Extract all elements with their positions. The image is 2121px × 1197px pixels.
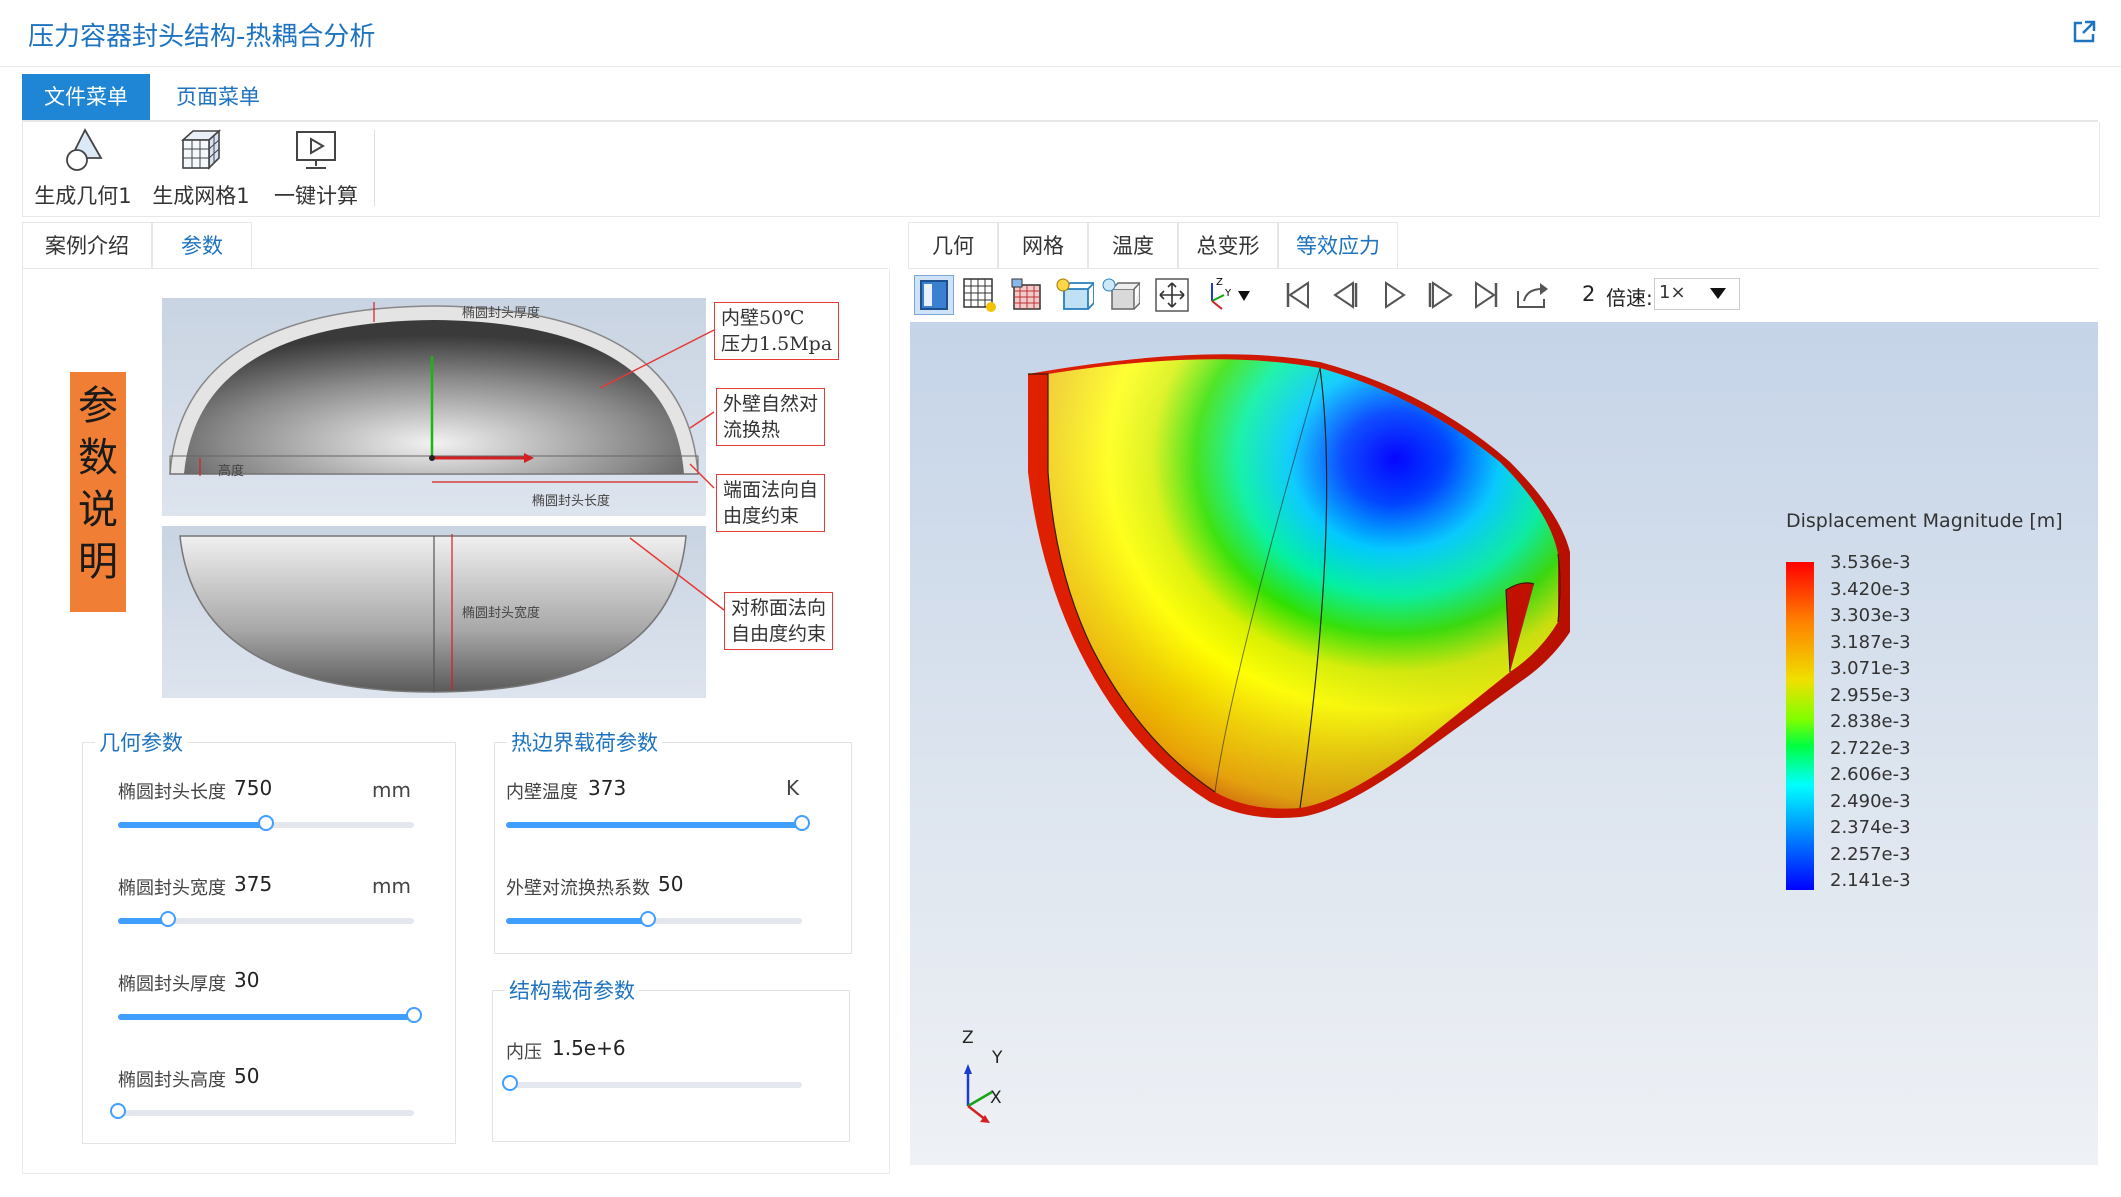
last-frame-icon[interactable] [1466, 275, 1506, 315]
popout-icon[interactable] [2070, 18, 2098, 46]
view-solid-icon[interactable] [914, 275, 954, 315]
prev-frame-icon[interactable] [1326, 275, 1366, 315]
structural-params-group: 结构载荷参数 [492, 975, 850, 1142]
dim-thickness-label: 椭圆封头厚度 [462, 306, 541, 321]
annotation-inner-wall: 内壁50℃ 压力1.5Mpa [714, 302, 840, 360]
geometry-params-legend: 几何参数 [95, 727, 187, 757]
slider-thumb[interactable] [640, 911, 657, 927]
width-slider[interactable] [118, 911, 414, 927]
param-description-badge: 参数说明 [70, 372, 126, 612]
length-slider[interactable] [118, 815, 414, 831]
inner-temp-slider[interactable] [506, 815, 810, 831]
tab-equivalent-stress[interactable]: 等效应力 [1278, 222, 1398, 268]
axes-triad [964, 1064, 993, 1123]
axis-x-label: X [990, 1088, 1002, 1108]
svg-text:Y: Y [1224, 288, 1232, 299]
dim-height-label: 高度 [218, 464, 245, 479]
slider-thumb[interactable] [502, 1075, 518, 1091]
left-tabs: 案例介绍 参数 [22, 222, 888, 269]
legend-colorbar [1786, 562, 1814, 890]
axes-dropdown-icon[interactable]: ZY [1198, 275, 1254, 315]
legend-tick-label: 3.187e-3 [1830, 631, 1911, 653]
structural-params-legend: 结构载荷参数 [505, 975, 639, 1005]
generate-geometry-button[interactable]: 生成几何1 [30, 128, 136, 212]
slider-thumb[interactable] [258, 815, 274, 831]
next-frame-icon[interactable] [1420, 275, 1460, 315]
thickness-slider[interactable] [118, 1007, 422, 1023]
first-frame-icon[interactable] [1278, 275, 1318, 315]
chevron-down-icon [1710, 288, 1726, 299]
thermal-params-legend: 热边界载荷参数 [507, 727, 662, 757]
legend-tick-label: 2.722e-3 [1830, 737, 1911, 759]
tab-file-menu[interactable]: 文件菜单 [22, 74, 150, 120]
legend-tick-label: 2.374e-3 [1830, 817, 1911, 838]
viewer-toolbar: ZY 2 倍速: 1× [908, 270, 2098, 320]
legend-title: Displacement Magnitude [m] [1786, 510, 2063, 532]
play-icon[interactable] [1374, 275, 1414, 315]
tab-total-deformation[interactable]: 总变形 [1178, 222, 1278, 268]
convection-slider[interactable] [506, 911, 802, 927]
height-slider[interactable] [110, 1103, 414, 1119]
app-title: 压力容器封头结构-热耦合分析 [28, 22, 376, 52]
legend-tick-label: 2.955e-3 [1830, 684, 1911, 706]
legend-tick-label: 2.490e-3 [1830, 790, 1911, 812]
fit-view-icon[interactable] [1152, 275, 1192, 315]
tab-page-menu[interactable]: 页面菜单 [150, 74, 286, 120]
legend-tick-label: 3.536e-3 [1830, 552, 1911, 573]
legend-tick-label: 3.420e-3 [1830, 578, 1911, 600]
result-viewport[interactable]: Z Y X Displacement Magnitude [m] 3.536e-… [910, 322, 2098, 1165]
axis-y-label: Y [992, 1048, 1003, 1068]
tab-case-intro[interactable]: 案例介绍 [22, 222, 152, 268]
annotation-end-face: 端面法向自 由度约束 [716, 474, 826, 532]
ribbon-divider [374, 130, 375, 206]
tab-geometry[interactable]: 几何 [908, 222, 998, 268]
generate-mesh-button[interactable]: 生成网格1 [148, 128, 254, 212]
annotation-symmetry: 对称面法向 自由度约束 [724, 592, 834, 650]
geometry-icon [66, 128, 103, 171]
one-click-compute-button[interactable]: 一键计算 [266, 128, 366, 212]
svg-text:Z: Z [1216, 277, 1223, 288]
slider-thumb[interactable] [794, 815, 810, 831]
mesh-grid-icon[interactable] [960, 275, 1000, 315]
pressure-slider[interactable] [502, 1075, 802, 1091]
light-box-icon[interactable] [1054, 275, 1097, 315]
speed-select[interactable]: 1× [1654, 278, 1740, 310]
speed-label: 倍速: [1606, 286, 1653, 310]
export-icon[interactable] [1512, 275, 1552, 315]
annotation-outer-wall: 外壁自然对 流换热 [716, 388, 826, 446]
mesh-color-icon[interactable] [1008, 275, 1048, 315]
light-cube-icon[interactable] [1100, 275, 1142, 315]
deformation-plot[interactable] [910, 322, 2098, 1165]
tab-temperature[interactable]: 温度 [1088, 222, 1178, 268]
tab-params[interactable]: 参数 [152, 222, 252, 268]
axis-z-label: Z [962, 1028, 974, 1048]
legend-tick-label: 2.838e-3 [1830, 711, 1911, 732]
result-tabs: 几何 网格 温度 总变形 等效应力 [908, 222, 2098, 269]
legend-tick-label: 3.071e-3 [1830, 658, 1911, 679]
legend-tick-label: 2.141e-3 [1830, 870, 1911, 891]
slider-thumb[interactable] [406, 1007, 422, 1023]
frame-number: 2 [1582, 282, 1596, 306]
legend-tick-label: 3.303e-3 [1830, 605, 1911, 626]
mesh-cube-icon [180, 129, 222, 170]
slider-thumb[interactable] [110, 1103, 126, 1119]
tab-mesh[interactable]: 网格 [998, 222, 1088, 268]
compute-monitor-icon [296, 131, 336, 169]
legend-tick-label: 2.606e-3 [1830, 764, 1911, 785]
dim-width-label: 椭圆封头宽度 [462, 606, 541, 621]
legend-tick-label: 2.257e-3 [1830, 843, 1911, 865]
